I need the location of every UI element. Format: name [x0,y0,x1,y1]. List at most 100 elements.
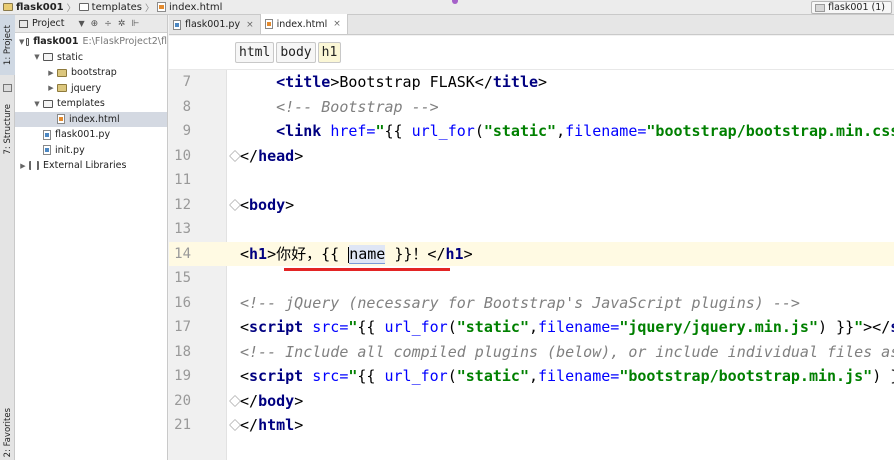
code-text: <!-- Bootstrap --> [240,98,439,116]
line-number: 10 [174,147,191,164]
editor-tabs: flask001.py × index.html × [169,14,894,35]
code-line[interactable]: 14 <h1>你好，{{ name }}！</h1> [169,241,894,266]
tree-item[interactable]: init.py [15,143,167,159]
tree-item[interactable]: ▶ bootstrap [15,65,167,81]
code-line[interactable]: 10 </head> [169,144,894,169]
tree-item[interactable]: ▼ flask001 E:\FlaskProject2\fl [15,34,167,50]
code-line[interactable]: 18 <!-- Include all compiled plugins (bel… [169,340,894,365]
html-file-icon [157,2,167,12]
tag-breadcrumb-item[interactable]: h1 [317,42,342,63]
tree-item[interactable]: index.html [15,111,167,127]
tag-breadcrumb: html body h1 [169,36,894,70]
close-icon[interactable]: × [333,19,341,29]
code-line[interactable]: 12 <body> [169,193,894,218]
code-line[interactable]: 15 [169,266,894,291]
breadcrumb-item[interactable]: templates [78,2,142,13]
chevron-right-icon[interactable]: ▶ [47,69,55,77]
code-token: > [463,245,473,264]
folder-icon [57,84,67,93]
chevron-down-icon[interactable]: ▼ [33,100,41,108]
code-token: < [240,318,250,337]
fold-marker-icon[interactable] [229,395,239,407]
editor-tab[interactable]: flask001.py × [169,15,261,34]
tree-item-path: E:\FlaskProject2\fl [82,36,167,48]
code-token: "bootstrap/bootstrap.min.js" [619,367,873,386]
tag-breadcrumb-item[interactable]: html [235,42,275,63]
tree-item[interactable]: ▶ External Libraries [15,158,167,174]
chevron-right-icon[interactable]: ▶ [47,84,55,92]
chevron-down-icon[interactable]: ▼ [33,53,41,61]
tree-item[interactable]: ▶ jquery [15,81,167,97]
code-text: </head> [240,147,303,165]
fold-marker-icon[interactable] [229,150,239,162]
code-token: > [294,416,304,435]
line-number: 21 [174,417,191,434]
code-line[interactable]: 20 </body> [169,389,894,414]
code-token: , [529,318,539,337]
close-icon[interactable]: × [246,20,254,30]
line-number: 14 [174,245,191,262]
sync-icon[interactable]: ⊕ [91,19,99,29]
editor-tab[interactable]: index.html × [260,14,348,34]
code-token: {{ [357,318,385,337]
chevron-down-icon[interactable]: ▼ [79,19,85,28]
code-line[interactable]: 21 </html> [169,413,894,438]
hide-panel-icon[interactable]: ⊩ [131,19,139,29]
breadcrumb-label: index.html [169,1,223,13]
collapse-icon[interactable]: ÷ [104,19,112,29]
tab-favorites-tool[interactable]: 2: Favorites [0,405,15,460]
window-icon [3,84,12,92]
library-icon [29,161,39,171]
chevron-right-icon: 〉 [145,3,155,14]
code-line[interactable]: 13 [169,217,894,242]
code-token: "static" [483,122,557,141]
code-line[interactable]: 7 <title>Bootstrap FLASK</title> [169,70,894,95]
editor-tab-label: index.html [276,18,328,30]
line-number: 13 [174,221,191,238]
code-token: >你好，{{ [267,245,349,264]
code-text: <script src="{{ url_for("static",filenam… [240,367,894,385]
code-token: > [538,73,548,92]
code-editor[interactable]: html body h1 7 <title>Bootstrap FLASK</tit… [169,36,894,460]
tab-structure-tool[interactable]: 7: Structure [0,95,15,163]
code-token: ( [474,122,484,141]
code-line[interactable]: 19 <script src="{{ url_for("static",filen… [169,364,894,389]
toolwindow-icon[interactable] [0,81,15,95]
code-token: >Bootstrap FLASK</ [330,73,493,92]
tree-item-label: init.py [55,144,85,156]
code-token: </ [240,416,259,435]
fold-marker-icon[interactable] [229,419,239,431]
python-file-icon [43,129,51,140]
tag-breadcrumb-item[interactable]: body [276,42,316,63]
tree-item[interactable]: ▼ templates [15,96,167,112]
code-line[interactable]: 8 <!-- Bootstrap --> [169,95,894,120]
code-line[interactable]: 16 <!-- jQuery (necessary for Bootstrap's… [169,291,894,316]
code-token: "jquery/jquery.min.js" [619,318,818,337]
code-line[interactable]: 9 <link href="{{ url_for("static",filena… [169,119,894,144]
code-token: " [854,318,864,337]
line-number: 19 [174,368,191,385]
code-token: <link [240,122,331,141]
code-token: "bootstrap/bootstrap.min.css" [646,122,894,141]
code-line[interactable]: 17 <script src= " {{ url_for("static",filen… [169,315,894,340]
tree-item-label: index.html [69,113,120,125]
tree-item[interactable]: ▼ static [15,50,167,66]
gear-icon[interactable]: ✲ [118,19,126,29]
code-token: href= [330,122,376,141]
line-number: 7 [182,74,191,91]
code-text: <!-- Include all compiled plugins (below… [240,343,894,361]
breadcrumb-item[interactable]: index.html [157,2,222,13]
code-token: url_for [384,367,448,386]
chevron-down-icon[interactable]: ▼ [19,38,24,46]
tree-item[interactable]: flask001.py [15,127,167,143]
code-token: {{ [357,367,385,386]
code-token: head [258,146,295,165]
code-line[interactable]: 11 [169,168,894,193]
breadcrumb-item[interactable]: flask001 [3,2,64,13]
run-configuration-selector[interactable]: flask001 (1) [811,1,892,14]
favorites-tool-label: 2: Favorites [2,407,13,458]
chevron-right-icon[interactable]: ▶ [19,162,27,170]
fold-marker-icon[interactable] [229,199,239,211]
code-text: <!-- jQuery (necessary for Bootstrap's J… [240,294,800,312]
tab-project-tool[interactable]: 1: Project [0,15,15,75]
